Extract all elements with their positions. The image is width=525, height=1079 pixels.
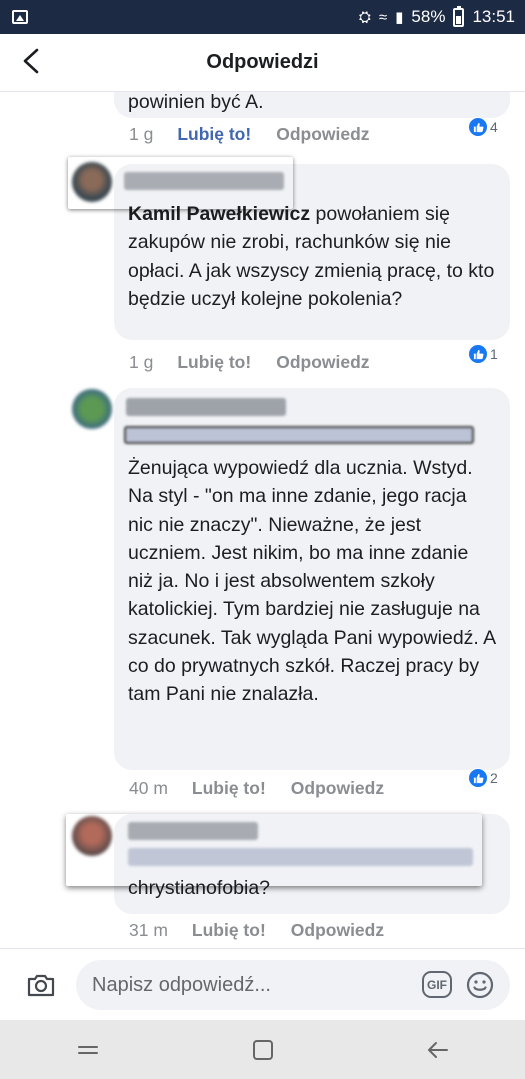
reaction-count[interactable]: 1 xyxy=(468,344,498,364)
comment-time: 31 m xyxy=(129,920,168,940)
mention-link[interactable] xyxy=(124,426,474,444)
nav-back-icon xyxy=(427,1041,448,1058)
reaction-number: 1 xyxy=(490,346,498,362)
system-nav-bar xyxy=(0,1020,525,1079)
comment-bubble: Żenująca wypowiedź dla ucznia. Wstyd. Na… xyxy=(114,388,510,770)
like-thumb-icon xyxy=(468,117,488,137)
comment-bubble: powinien być A. xyxy=(114,92,510,118)
like-button[interactable]: Lubię to! xyxy=(192,920,266,941)
comment-actions: 1 g Lubię to! Odpowiedz xyxy=(129,352,370,373)
reply-button[interactable]: Odpowiedz xyxy=(276,352,369,373)
emoji-icon[interactable] xyxy=(464,969,496,1001)
clock: 13:51 xyxy=(472,7,515,26)
reaction-count[interactable]: 4 xyxy=(468,117,498,137)
like-button[interactable]: Lubię to! xyxy=(177,124,251,145)
like-thumb-icon xyxy=(468,768,488,788)
comment-time: 40 m xyxy=(129,778,168,798)
gallery-icon xyxy=(12,10,28,24)
reply-button[interactable]: Odpowiedz xyxy=(291,920,384,941)
like-thumb-icon xyxy=(468,344,488,364)
comment-time: 1 g xyxy=(129,124,154,144)
recent-apps-icon xyxy=(77,1045,98,1054)
sync-icon: ⛭ xyxy=(358,8,371,26)
wifi-icon: ≈ xyxy=(378,8,388,26)
battery-percent: 58% xyxy=(411,7,446,26)
redaction-box xyxy=(66,814,482,886)
author-name[interactable] xyxy=(126,398,286,416)
like-button[interactable]: Lubię to! xyxy=(177,352,251,373)
status-bar: ⛭ ≈ ▮ 58% 13:51 xyxy=(0,0,525,34)
comment-text: powinien być A. xyxy=(128,92,264,113)
home-icon xyxy=(252,1039,273,1060)
comment-time: 1 g xyxy=(129,352,154,372)
reaction-number: 2 xyxy=(490,770,498,786)
replies-thread: powinien być A. 1 g Lubię to! Odpowiedz … xyxy=(0,92,525,948)
like-button[interactable]: Lubię to! xyxy=(192,778,266,799)
nav-back-button[interactable] xyxy=(418,1030,458,1070)
comment-actions: 1 g Lubię to! Odpowiedz xyxy=(129,124,370,145)
reaction-count[interactable]: 2 xyxy=(468,768,498,788)
comment-actions: 31 m Lubię to! Odpowiedz xyxy=(129,920,384,941)
author-name-redacted xyxy=(68,157,293,209)
back-button[interactable] xyxy=(16,46,46,76)
avatar[interactable] xyxy=(72,389,112,429)
reply-button[interactable]: Odpowiedz xyxy=(276,124,369,145)
page-title: Odpowiedzi xyxy=(206,51,319,73)
comment-text: Kamil Pawełkiewicz powołaniem się zakupó… xyxy=(128,203,495,310)
reply-button[interactable]: Odpowiedz xyxy=(291,778,384,799)
recent-apps-button[interactable] xyxy=(68,1030,108,1070)
signal-icon: ▮ xyxy=(395,9,404,26)
reaction-number: 4 xyxy=(490,119,498,135)
reply-composer: Napisz odpowiedź... GIF xyxy=(0,948,525,1020)
back-arrow-icon xyxy=(23,48,39,74)
reply-input[interactable]: Napisz odpowiedź... GIF xyxy=(76,960,510,1010)
reply-placeholder: Napisz odpowiedź... xyxy=(92,973,271,996)
header: Odpowiedzi xyxy=(0,34,525,92)
home-button[interactable] xyxy=(243,1030,283,1070)
comment-text: Żenująca wypowiedź dla ucznia. Wstyd. Na… xyxy=(128,457,496,706)
comment-actions: 40 m Lubię to! Odpowiedz xyxy=(129,778,384,799)
gif-icon[interactable]: GIF xyxy=(422,971,452,998)
battery-icon xyxy=(453,5,465,27)
camera-icon[interactable] xyxy=(25,969,57,1001)
